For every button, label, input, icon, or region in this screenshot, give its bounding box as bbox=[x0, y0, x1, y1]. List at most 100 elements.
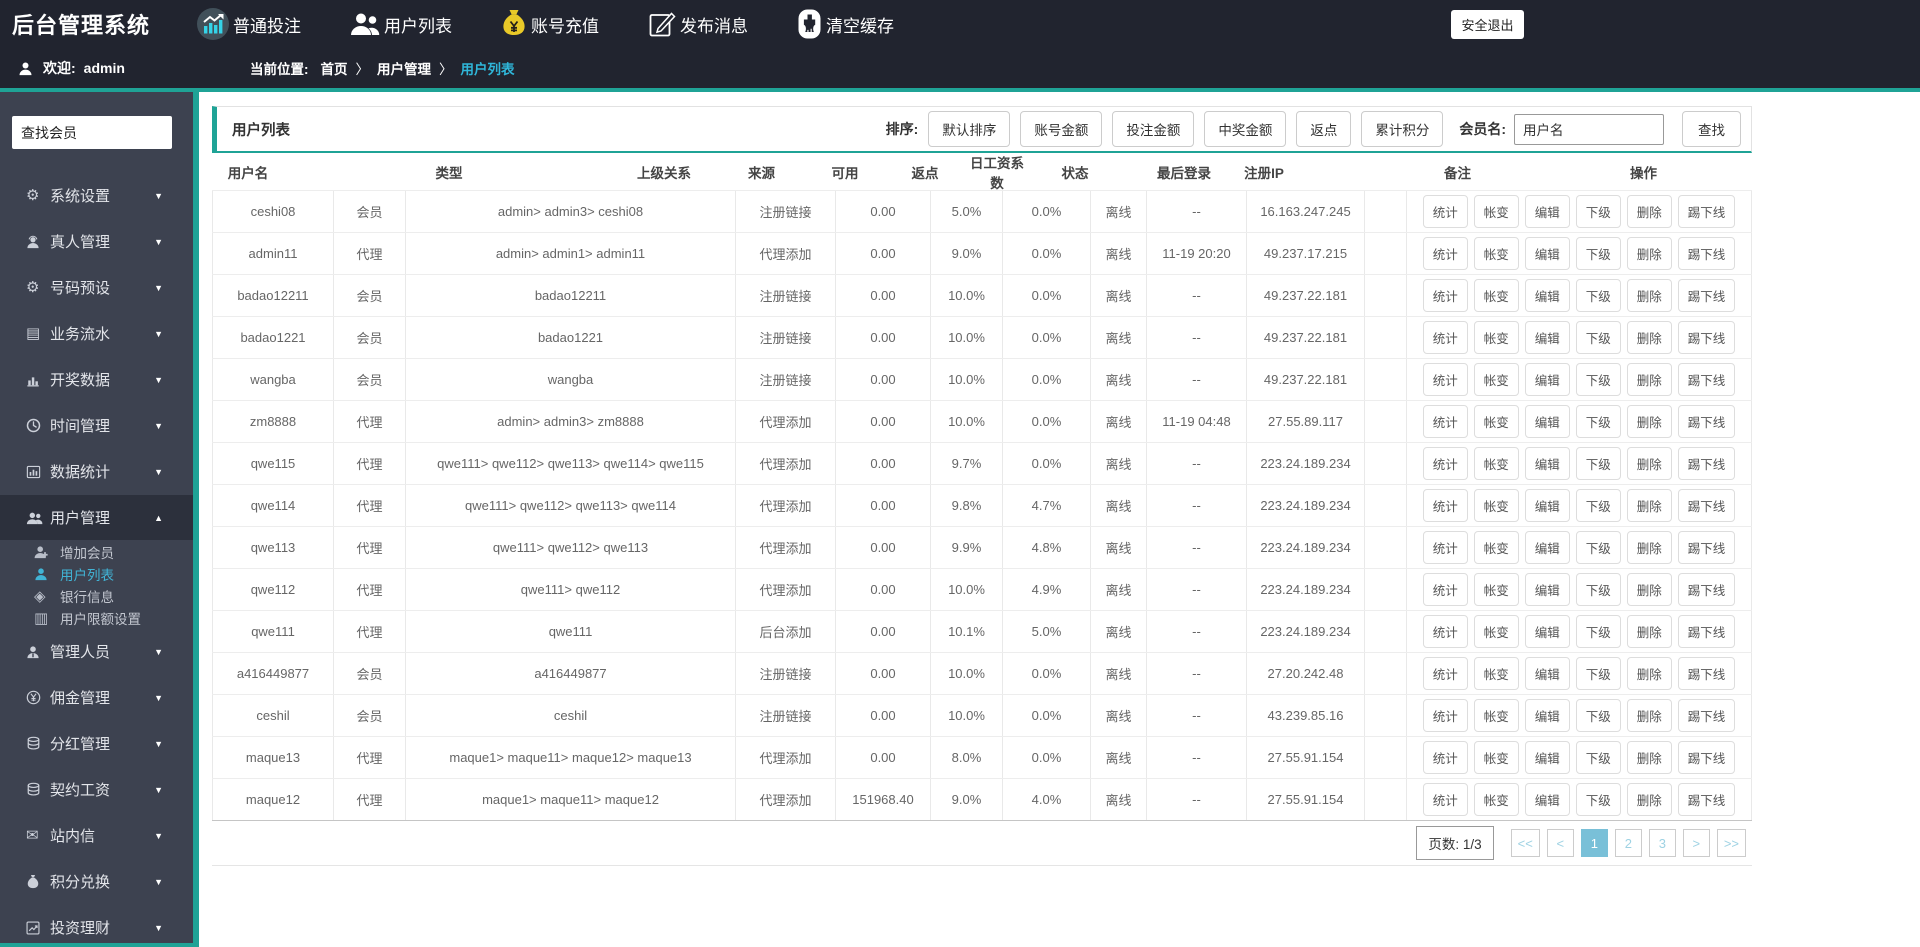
row-action-button[interactable]: 编辑 bbox=[1524, 657, 1570, 690]
row-action-button[interactable]: 编辑 bbox=[1524, 447, 1570, 480]
row-action-button[interactable]: 统计 bbox=[1422, 279, 1468, 312]
row-action-button[interactable]: 统计 bbox=[1422, 363, 1468, 396]
member-search-input[interactable] bbox=[12, 116, 172, 149]
row-action-button[interactable]: 下级 bbox=[1575, 741, 1621, 774]
row-action-button[interactable]: 删除 bbox=[1626, 489, 1672, 522]
sidebar-submenu-item[interactable]: ◈ 银行信息 bbox=[0, 585, 193, 607]
sort-button[interactable]: 累计积分 bbox=[1361, 111, 1444, 147]
sidebar-menu-item[interactable]: ⚙ 系统设置 ▼ bbox=[0, 173, 193, 218]
row-action-button[interactable]: 删除 bbox=[1626, 321, 1672, 354]
row-action-button[interactable]: 帐变 bbox=[1473, 363, 1519, 396]
row-action-button[interactable]: 踢下线 bbox=[1677, 657, 1736, 690]
row-action-button[interactable]: 统计 bbox=[1422, 531, 1468, 564]
row-action-button[interactable]: 删除 bbox=[1626, 447, 1672, 480]
breadcrumb-user-management[interactable]: 用户管理 bbox=[377, 58, 431, 78]
page-button[interactable]: >> bbox=[1716, 829, 1746, 857]
find-button[interactable]: 查找 bbox=[1682, 111, 1741, 147]
row-action-button[interactable]: 删除 bbox=[1626, 195, 1672, 228]
page-button[interactable]: 2 bbox=[1614, 829, 1642, 857]
sidebar-submenu-item[interactable]: 用户列表 bbox=[0, 563, 193, 585]
row-action-button[interactable]: 下级 bbox=[1575, 405, 1621, 438]
row-action-button[interactable]: 下级 bbox=[1575, 321, 1621, 354]
row-action-button[interactable]: 帐变 bbox=[1473, 195, 1519, 228]
row-action-button[interactable]: 帐变 bbox=[1473, 405, 1519, 438]
page-button[interactable]: > bbox=[1682, 829, 1710, 857]
sidebar-menu-item[interactable]: 投资理财 ▼ bbox=[0, 905, 193, 943]
sidebar-menu-item[interactable]: 真人管理 ▼ bbox=[0, 219, 193, 264]
row-action-button[interactable]: 删除 bbox=[1626, 783, 1672, 816]
row-action-button[interactable]: 删除 bbox=[1626, 657, 1672, 690]
page-button[interactable]: << bbox=[1510, 829, 1540, 857]
row-action-button[interactable]: 帐变 bbox=[1473, 657, 1519, 690]
row-action-button[interactable]: 踢下线 bbox=[1677, 699, 1736, 732]
row-action-button[interactable]: 踢下线 bbox=[1677, 195, 1736, 228]
row-action-button[interactable]: 下级 bbox=[1575, 783, 1621, 816]
row-action-button[interactable]: 删除 bbox=[1626, 699, 1672, 732]
row-action-button[interactable]: 下级 bbox=[1575, 489, 1621, 522]
row-action-button[interactable]: 帐变 bbox=[1473, 447, 1519, 480]
row-action-button[interactable]: 踢下线 bbox=[1677, 573, 1736, 606]
row-action-button[interactable]: 下级 bbox=[1575, 363, 1621, 396]
row-action-button[interactable]: 踢下线 bbox=[1677, 279, 1736, 312]
row-action-button[interactable]: 帐变 bbox=[1473, 531, 1519, 564]
sort-button[interactable]: 投注金额 bbox=[1112, 111, 1195, 147]
sidebar-menu-item[interactable]: ⚙ 号码预设 ▼ bbox=[0, 265, 193, 310]
row-action-button[interactable]: 统计 bbox=[1422, 573, 1468, 606]
row-action-button[interactable]: 删除 bbox=[1626, 531, 1672, 564]
sidebar-menu-item[interactable]: 开奖数据 ▼ bbox=[0, 357, 193, 402]
row-action-button[interactable]: 帐变 bbox=[1473, 279, 1519, 312]
top-nav-item[interactable]: 用户列表 bbox=[349, 12, 452, 37]
row-action-button[interactable]: 统计 bbox=[1422, 657, 1468, 690]
row-action-button[interactable]: 踢下线 bbox=[1677, 237, 1736, 270]
row-action-button[interactable]: 删除 bbox=[1626, 573, 1672, 606]
row-action-button[interactable]: 踢下线 bbox=[1677, 405, 1736, 438]
row-action-button[interactable]: 帐变 bbox=[1473, 741, 1519, 774]
sidebar-menu-item[interactable]: 分红管理 ▼ bbox=[0, 721, 193, 766]
row-action-button[interactable]: 删除 bbox=[1626, 405, 1672, 438]
sort-button[interactable]: 账号金额 bbox=[1020, 111, 1103, 147]
row-action-button[interactable]: 统计 bbox=[1422, 699, 1468, 732]
breadcrumb-home[interactable]: 首页 bbox=[321, 58, 348, 78]
logout-button[interactable]: 安全退出 bbox=[1451, 10, 1524, 39]
row-action-button[interactable]: 编辑 bbox=[1524, 237, 1570, 270]
sidebar-menu-item[interactable]: 用户管理 ▲ bbox=[0, 495, 193, 540]
row-action-button[interactable]: 下级 bbox=[1575, 237, 1621, 270]
row-action-button[interactable]: 帐变 bbox=[1473, 615, 1519, 648]
top-nav-item[interactable]: 发布消息 bbox=[647, 9, 748, 39]
row-action-button[interactable]: 下级 bbox=[1575, 195, 1621, 228]
row-action-button[interactable]: 踢下线 bbox=[1677, 489, 1736, 522]
member-name-input[interactable] bbox=[1514, 113, 1664, 145]
row-action-button[interactable]: 下级 bbox=[1575, 657, 1621, 690]
row-action-button[interactable]: 踢下线 bbox=[1677, 531, 1736, 564]
row-action-button[interactable]: 编辑 bbox=[1524, 363, 1570, 396]
sort-button[interactable]: 返点 bbox=[1296, 111, 1352, 147]
row-action-button[interactable]: 编辑 bbox=[1524, 279, 1570, 312]
top-nav-item[interactable]: 账号充值 bbox=[500, 9, 599, 39]
sidebar-menu-item[interactable]: 契约工资 ▼ bbox=[0, 767, 193, 812]
row-action-button[interactable]: 删除 bbox=[1626, 237, 1672, 270]
page-button[interactable]: < bbox=[1546, 829, 1574, 857]
top-nav-item[interactable]: 普通投注 bbox=[196, 7, 301, 41]
page-button[interactable]: 3 bbox=[1648, 829, 1676, 857]
row-action-button[interactable]: 统计 bbox=[1422, 195, 1468, 228]
row-action-button[interactable]: 帐变 bbox=[1473, 783, 1519, 816]
sidebar-menu-item[interactable]: 佣金管理 ▼ bbox=[0, 675, 193, 720]
row-action-button[interactable]: 下级 bbox=[1575, 615, 1621, 648]
sidebar-menu-item[interactable]: 数据统计 ▼ bbox=[0, 449, 193, 494]
sidebar-menu-item[interactable]: 积分兑换 ▼ bbox=[0, 859, 193, 904]
row-action-button[interactable]: 编辑 bbox=[1524, 615, 1570, 648]
row-action-button[interactable]: 踢下线 bbox=[1677, 783, 1736, 816]
row-action-button[interactable]: 帐变 bbox=[1473, 573, 1519, 606]
row-action-button[interactable]: 统计 bbox=[1422, 489, 1468, 522]
row-action-button[interactable]: 编辑 bbox=[1524, 405, 1570, 438]
row-action-button[interactable]: 统计 bbox=[1422, 615, 1468, 648]
sort-button[interactable]: 默认排序 bbox=[928, 111, 1011, 147]
row-action-button[interactable]: 踢下线 bbox=[1677, 321, 1736, 354]
row-action-button[interactable]: 下级 bbox=[1575, 531, 1621, 564]
row-action-button[interactable]: 统计 bbox=[1422, 447, 1468, 480]
sidebar-menu-item[interactable]: 时间管理 ▼ bbox=[0, 403, 193, 448]
row-action-button[interactable]: 删除 bbox=[1626, 615, 1672, 648]
row-action-button[interactable]: 下级 bbox=[1575, 573, 1621, 606]
row-action-button[interactable]: 编辑 bbox=[1524, 531, 1570, 564]
row-action-button[interactable]: 统计 bbox=[1422, 405, 1468, 438]
